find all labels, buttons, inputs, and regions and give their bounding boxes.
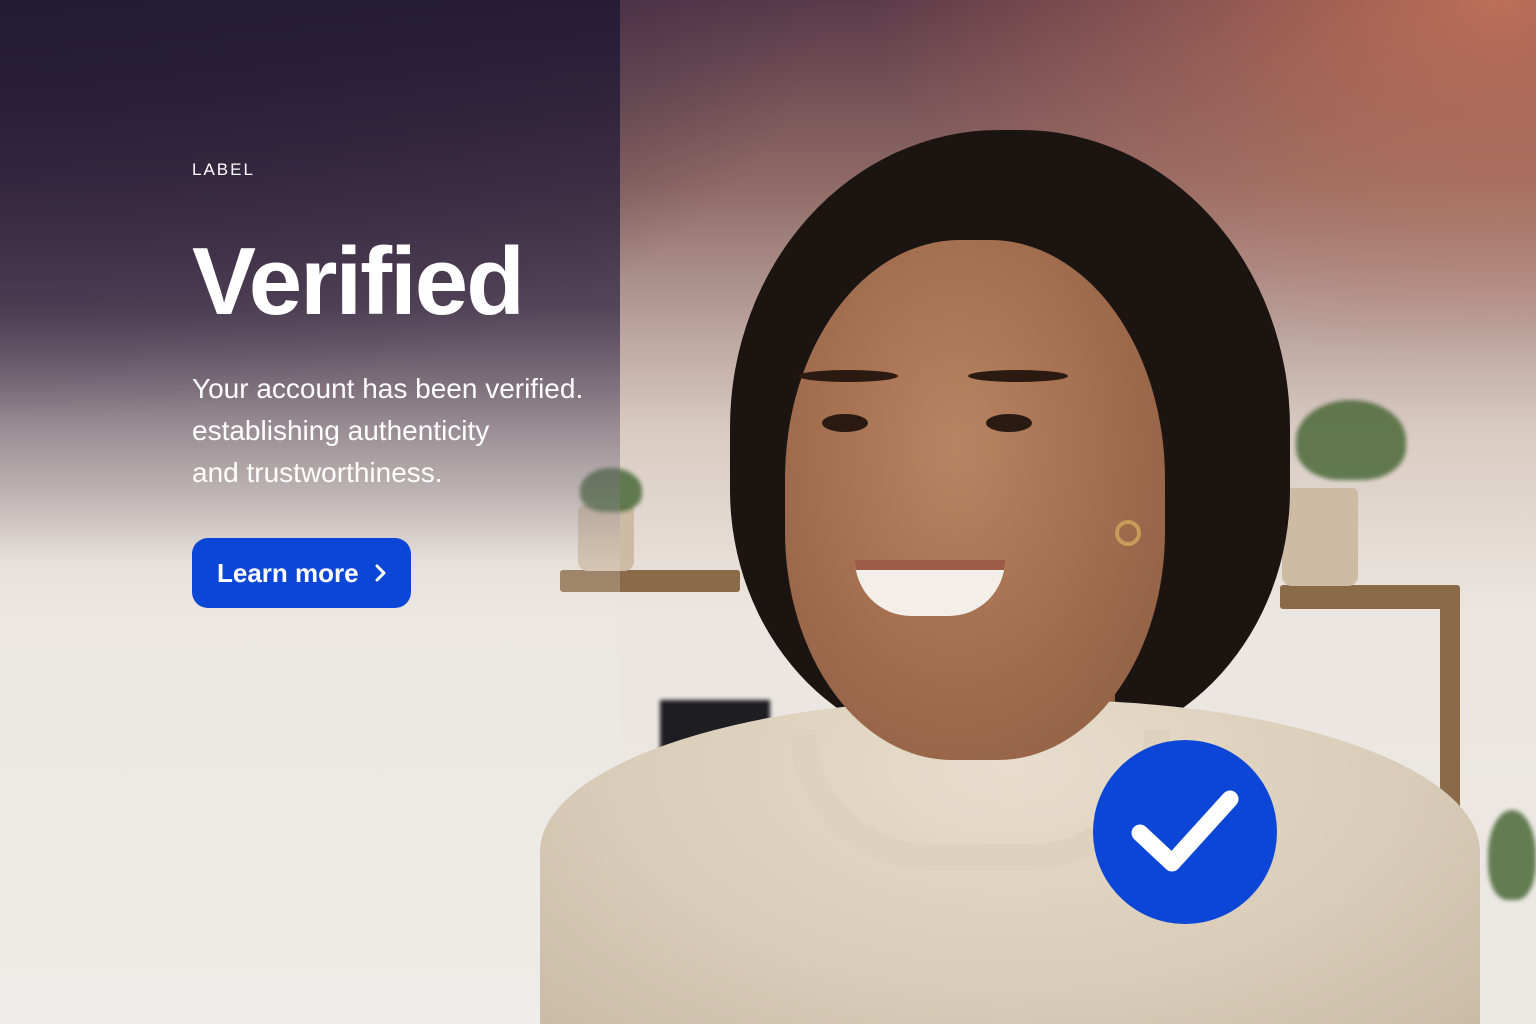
- page-title: Verified: [192, 228, 525, 335]
- plant-leaves: [1488, 810, 1536, 900]
- learn-more-button[interactable]: Learn more: [192, 538, 411, 608]
- description-line: establishing authenticity: [192, 415, 490, 446]
- portrait-photo: [540, 130, 1480, 1024]
- portrait-face: [785, 240, 1165, 760]
- description-line: and trustworthiness.: [192, 457, 443, 488]
- learn-more-label: Learn more: [217, 557, 359, 588]
- portrait-eye: [822, 414, 868, 432]
- eyebrow-label: LABEL: [192, 160, 255, 179]
- portrait-eye: [986, 414, 1032, 432]
- portrait-brow: [968, 370, 1068, 382]
- hero-banner: LABEL Verified Your account has been ver…: [0, 0, 1536, 1024]
- checkmark-icon: [1131, 790, 1239, 872]
- hero-content: LABEL Verified Your account has been ver…: [192, 160, 652, 608]
- description-line: Your account has been verified.: [192, 373, 584, 404]
- chevron-right-icon: [375, 564, 386, 582]
- portrait-brow: [798, 370, 898, 382]
- description: Your account has been verified. establis…: [192, 368, 652, 494]
- portrait-earring: [1115, 520, 1141, 546]
- verified-badge: [1093, 740, 1277, 924]
